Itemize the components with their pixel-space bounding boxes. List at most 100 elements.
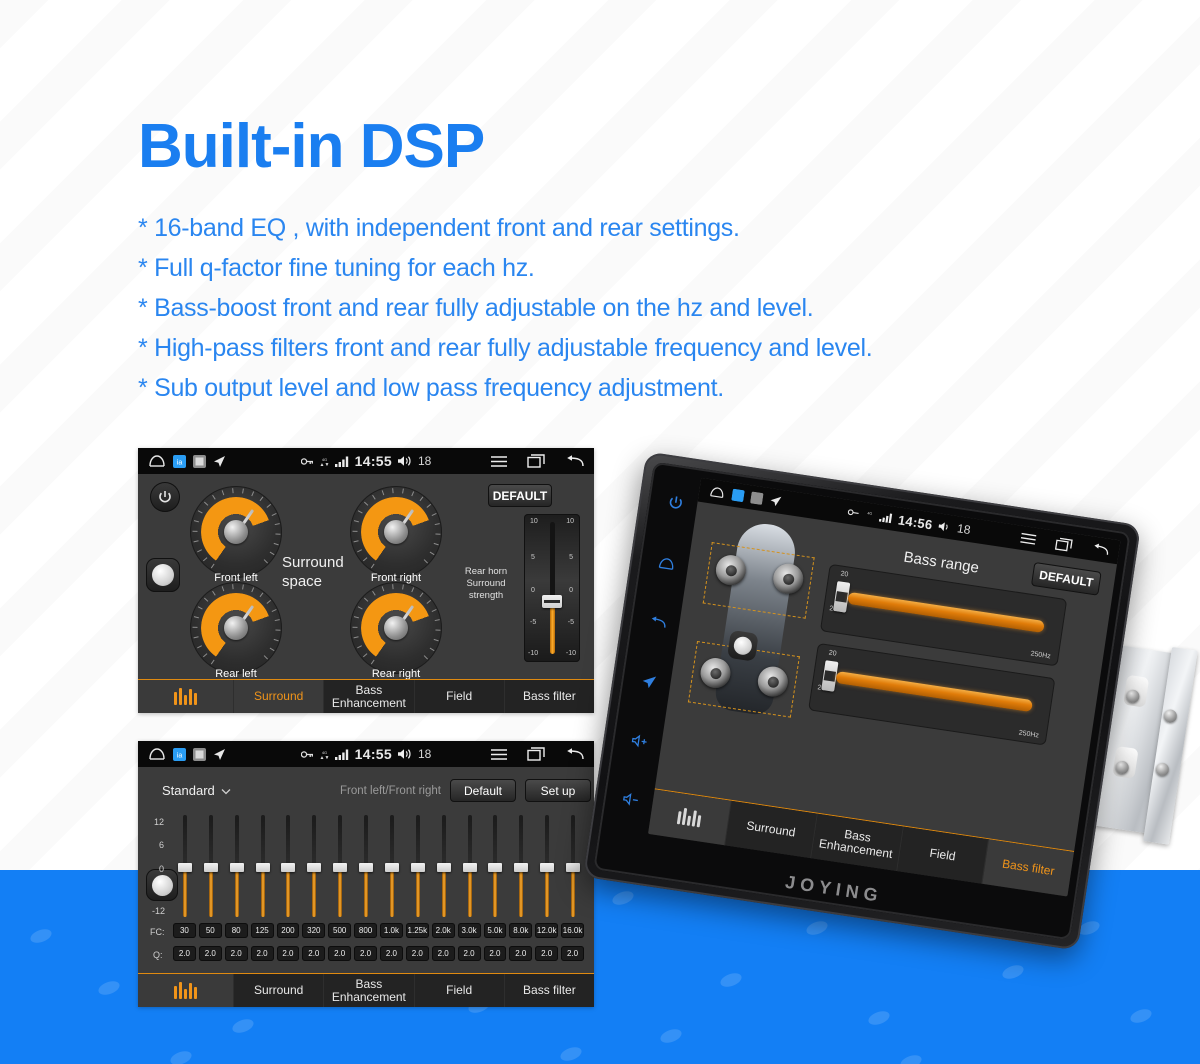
- q-value-cell[interactable]: 2.0: [250, 946, 274, 961]
- tab-bass-filter[interactable]: Bass filter: [504, 974, 594, 1007]
- eq-default-button[interactable]: Default: [450, 779, 516, 802]
- home-icon[interactable]: [708, 485, 726, 499]
- eq-band-slider[interactable]: [281, 815, 296, 919]
- eq-band-handle[interactable]: [514, 863, 529, 872]
- fc-value-cell[interactable]: 80: [224, 923, 248, 938]
- fc-value-cell[interactable]: 50: [198, 923, 222, 938]
- q-value-cell[interactable]: 2.0: [431, 946, 455, 961]
- q-value-cell[interactable]: 2.0: [276, 946, 300, 961]
- recent-apps-icon[interactable]: [527, 747, 545, 761]
- q-value-cell[interactable]: 2.0: [173, 946, 196, 961]
- eq-band-slider[interactable]: [384, 815, 399, 919]
- fc-value-cell[interactable]: 8.0k: [509, 923, 533, 938]
- q-value-cell[interactable]: 2.0: [457, 946, 481, 961]
- fc-value-cell[interactable]: 1.25k: [405, 923, 429, 938]
- fc-value-cell[interactable]: 3.0k: [457, 923, 481, 938]
- eq-band-slider[interactable]: [410, 815, 425, 919]
- fc-value-cell[interactable]: 12.0k: [535, 923, 559, 938]
- power-button[interactable]: [150, 482, 180, 512]
- home-icon[interactable]: [656, 556, 676, 577]
- tab-bass-enhancement[interactable]: Bass Enhancement: [324, 680, 415, 713]
- eq-band-handle[interactable]: [229, 863, 244, 872]
- recent-apps-icon[interactable]: [1054, 536, 1074, 551]
- tab-bass-enhancement[interactable]: Bass Enhancement: [324, 974, 415, 1007]
- eq-band-slider[interactable]: [462, 815, 477, 919]
- fc-value-cell[interactable]: 500: [328, 923, 352, 938]
- q-value-cell[interactable]: 2.0: [198, 946, 222, 961]
- eq-band-slider[interactable]: [540, 815, 555, 919]
- fc-value-cell[interactable]: 125: [250, 923, 274, 938]
- fc-value-cell[interactable]: 5.0k: [483, 923, 507, 938]
- q-value-cell[interactable]: 2.0: [509, 946, 533, 961]
- fc-value-cell[interactable]: 1.0k: [380, 923, 403, 938]
- fader-handle[interactable]: [542, 595, 562, 608]
- back-icon[interactable]: [564, 747, 584, 761]
- eq-band-slider[interactable]: [488, 815, 503, 919]
- device-default-button[interactable]: DEFAULT: [1030, 561, 1102, 596]
- eq-band-handle[interactable]: [384, 863, 399, 872]
- eq-band-handle[interactable]: [307, 863, 322, 872]
- front-selection-box[interactable]: [702, 542, 815, 619]
- eq-band-slider[interactable]: [566, 815, 581, 919]
- default-button[interactable]: DEFAULT: [488, 484, 552, 507]
- eq-band-handle[interactable]: [540, 863, 555, 872]
- tab-surround[interactable]: Surround: [234, 680, 325, 713]
- recent-apps-icon[interactable]: [527, 454, 545, 468]
- menu-icon[interactable]: [490, 748, 508, 761]
- eq-band-handle[interactable]: [566, 863, 581, 872]
- eq-band-slider[interactable]: [203, 815, 218, 919]
- back-icon[interactable]: [1090, 542, 1110, 557]
- eq-band-handle[interactable]: [462, 863, 477, 872]
- tab-surround[interactable]: Surround: [234, 974, 325, 1007]
- eq-band-slider[interactable]: [177, 815, 192, 919]
- tab-equalizer[interactable]: [138, 680, 234, 713]
- fc-value-cell[interactable]: 30: [173, 923, 196, 938]
- fc-value-cell[interactable]: 2.0k: [431, 923, 455, 938]
- preset-dropdown[interactable]: Standard: [162, 783, 231, 798]
- eq-band-slider[interactable]: [359, 815, 374, 919]
- eq-band-handle[interactable]: [410, 863, 425, 872]
- eq-band-handle[interactable]: [436, 863, 451, 872]
- back-icon[interactable]: [647, 615, 667, 635]
- device-mode-button[interactable]: [726, 629, 759, 662]
- fc-value-cell[interactable]: 800: [354, 923, 377, 938]
- eq-band-slider[interactable]: [436, 815, 451, 919]
- eq-band-slider[interactable]: [514, 815, 529, 919]
- menu-icon[interactable]: [1019, 532, 1038, 546]
- fc-value-cell[interactable]: 16.0k: [561, 923, 584, 938]
- eq-slider-group[interactable]: [172, 815, 586, 919]
- q-value-cell[interactable]: 2.0: [405, 946, 429, 961]
- q-value-cell[interactable]: 2.0: [354, 946, 377, 961]
- knob-rear-left[interactable]: Rear left: [190, 582, 282, 680]
- q-value-cell[interactable]: 2.0: [483, 946, 507, 961]
- knob-front-right[interactable]: Front right: [350, 486, 442, 584]
- tab-field[interactable]: Field: [414, 680, 505, 713]
- eq-band-slider[interactable]: [229, 815, 244, 919]
- power-icon[interactable]: [665, 493, 685, 517]
- eq-setup-button[interactable]: Set up: [525, 779, 591, 802]
- q-value-cell[interactable]: 2.0: [302, 946, 326, 961]
- volume-down-icon[interactable]: [621, 791, 640, 811]
- eq-band-slider[interactable]: [255, 815, 270, 919]
- home-icon[interactable]: [148, 747, 166, 761]
- eq-band-handle[interactable]: [333, 863, 348, 872]
- q-value-cell[interactable]: 2.0: [328, 946, 352, 961]
- eq-band-handle[interactable]: [255, 863, 270, 872]
- navigation-icon[interactable]: [639, 673, 657, 695]
- eq-band-handle[interactable]: [281, 863, 296, 872]
- eq-band-handle[interactable]: [177, 863, 192, 872]
- volume-up-icon[interactable]: [630, 733, 649, 753]
- back-icon[interactable]: [564, 454, 584, 468]
- knob-rear-right[interactable]: Rear right: [350, 582, 442, 680]
- mode-button[interactable]: [146, 558, 180, 592]
- tab-bass-filter[interactable]: Bass filter: [504, 680, 594, 713]
- q-value-cell[interactable]: 2.0: [561, 946, 584, 961]
- q-value-cell[interactable]: 2.0: [535, 946, 559, 961]
- eq-band-handle[interactable]: [359, 863, 374, 872]
- tab-equalizer[interactable]: [138, 974, 234, 1007]
- tab-field[interactable]: Field: [414, 974, 505, 1007]
- home-icon[interactable]: [148, 454, 166, 468]
- menu-icon[interactable]: [490, 455, 508, 468]
- fc-value-cell[interactable]: 200: [276, 923, 300, 938]
- knob-front-left[interactable]: Front left: [190, 486, 282, 584]
